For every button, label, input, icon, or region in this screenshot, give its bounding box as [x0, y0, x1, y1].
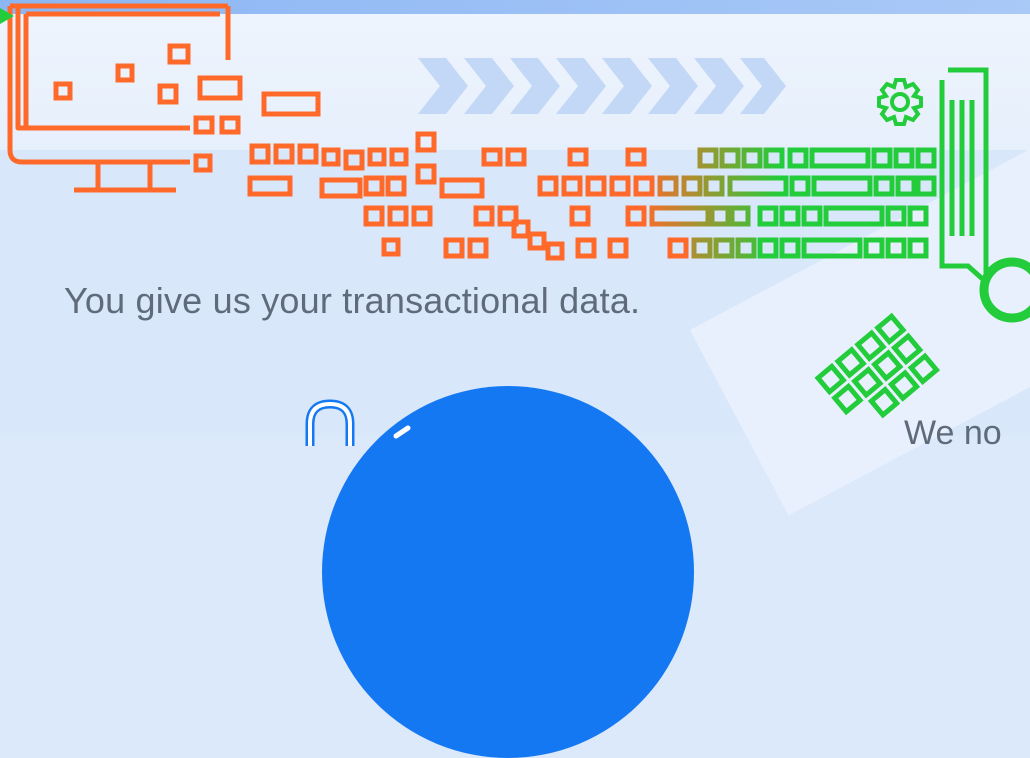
next-caption-text: We no: [904, 414, 1002, 452]
headline-text: You give us your transactional data.: [64, 280, 641, 321]
magnifier-icon: [979, 257, 1030, 323]
data-flow-illustration: [0, 3, 1030, 419]
paperclip-icon: [305, 399, 411, 446]
gear-icon: [877, 78, 923, 126]
orange-data-blocks: [53, 43, 689, 261]
green-data-blocks: [757, 147, 937, 259]
server-column: [939, 67, 989, 288]
